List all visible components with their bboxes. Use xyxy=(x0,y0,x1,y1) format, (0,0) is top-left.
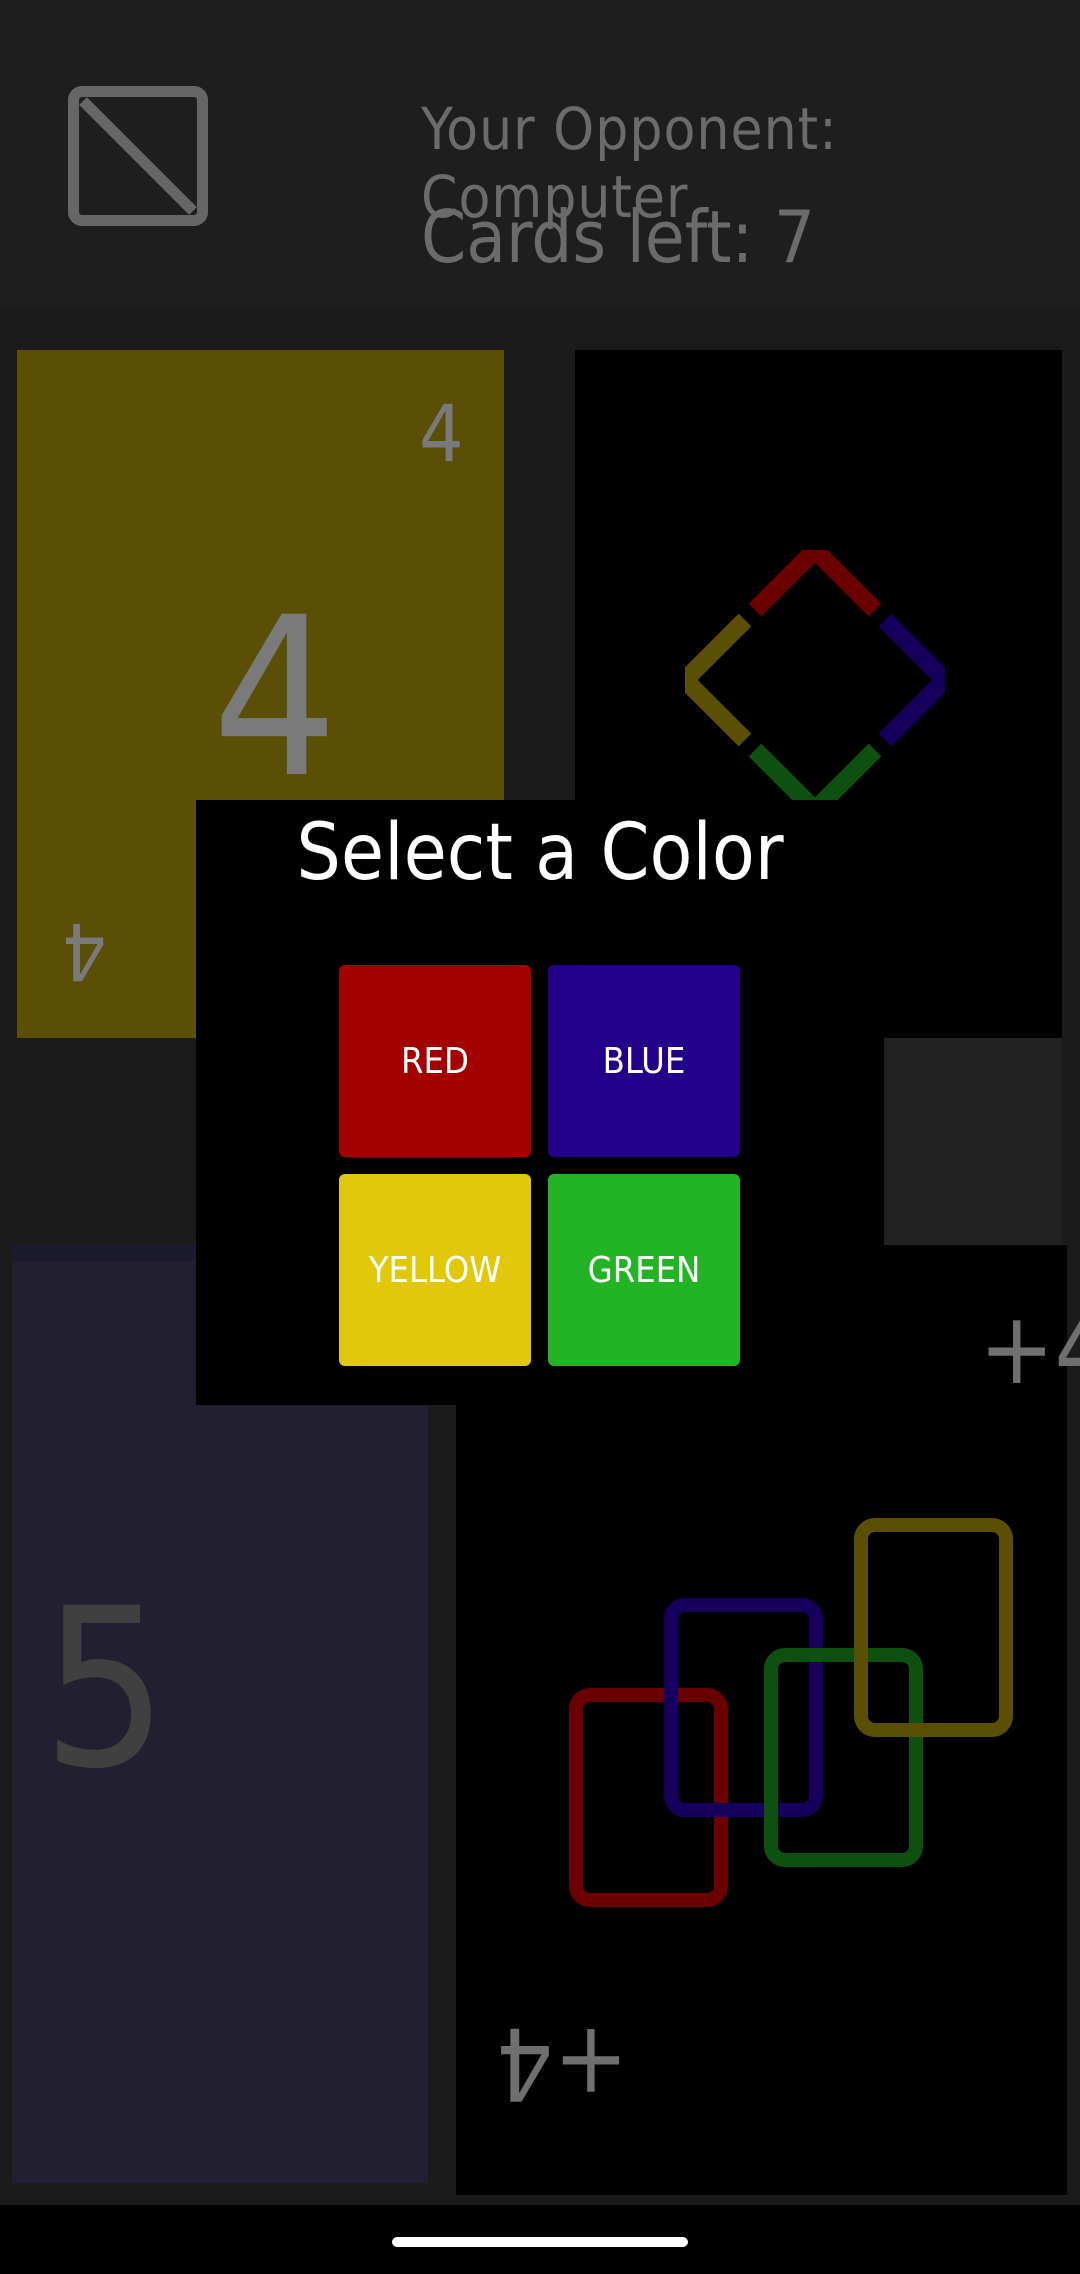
cards-left-label: Cards left: 7 xyxy=(421,195,816,279)
yellow-button[interactable]: YELLOW xyxy=(339,1174,531,1366)
select-color-dialog: Select a Color RED BLUE YELLOW GREEN xyxy=(196,800,884,1405)
dialog-title: Select a Color xyxy=(296,808,784,898)
four-cards-icon xyxy=(569,1518,1013,1907)
background-panel xyxy=(884,1038,1062,1245)
card-center-number: 4 xyxy=(212,570,338,826)
blue-button[interactable]: BLUE xyxy=(548,965,740,1157)
close-icon[interactable] xyxy=(68,86,208,226)
green-button[interactable]: GREEN xyxy=(548,1174,740,1366)
home-indicator[interactable] xyxy=(392,2237,688,2247)
card-corner-number: +4 xyxy=(979,1290,1080,1407)
red-button[interactable]: RED xyxy=(339,965,531,1157)
system-navigation-bar xyxy=(0,2205,1080,2274)
card-corner-number-rotated: +4 xyxy=(496,2005,629,2122)
four-color-diamond-icon xyxy=(685,550,945,810)
top-bar: Your Opponent: Computer Cards left: 7 xyxy=(0,0,1080,310)
card-center-number: 5 xyxy=(42,1561,168,1817)
card-corner-number-rotated: 4 xyxy=(62,905,107,995)
card-corner-number: 4 xyxy=(419,390,464,480)
